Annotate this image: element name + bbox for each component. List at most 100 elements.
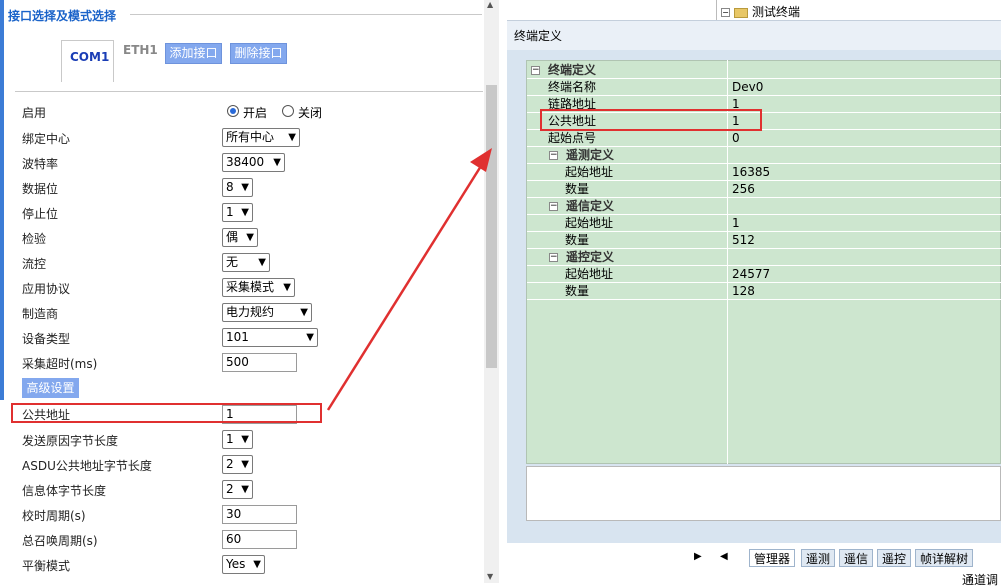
- radio-on[interactable]: [227, 105, 239, 117]
- chevron-down-icon: ▼: [241, 484, 249, 495]
- row-label-manufacturer: 制造商: [22, 307, 59, 321]
- delete-interface-button[interactable]: 删除接口: [230, 43, 287, 64]
- row-label-baud: 波特率: [22, 157, 59, 171]
- section-title: 接口选择及模式选择: [8, 9, 117, 23]
- balance-select[interactable]: Yes ▼: [222, 555, 265, 574]
- row-label-flow: 流控: [22, 257, 47, 271]
- chevron-down-icon: ▼: [288, 132, 296, 143]
- grid-prop-value[interactable]: 0: [732, 130, 740, 147]
- row-label-databits: 数据位: [22, 182, 59, 196]
- protocol-select[interactable]: 采集模式 ▼: [222, 278, 295, 297]
- folder-icon: [734, 7, 748, 18]
- chevron-down-icon: ▼: [306, 332, 314, 343]
- row-label-gi-period: 总召唤周期(s): [22, 534, 98, 548]
- protocol-value: 采集模式: [226, 280, 275, 294]
- flow-select[interactable]: 无 ▼: [222, 253, 270, 272]
- tab-scroll-right-icon[interactable]: ▶: [694, 551, 702, 562]
- scroll-down-icon[interactable]: ▼: [487, 572, 493, 581]
- collapse-icon[interactable]: −: [549, 253, 558, 262]
- baud-value: 38400: [226, 155, 265, 169]
- gi-period-input[interactable]: 60: [222, 530, 297, 549]
- databits-select[interactable]: 8 ▼: [222, 178, 253, 197]
- expand-icon[interactable]: −: [721, 8, 730, 17]
- asdu-length-select[interactable]: 2 ▼: [222, 455, 253, 474]
- tab-scroll-left-icon[interactable]: ◀: [720, 551, 728, 562]
- bind-center-select[interactable]: 所有中心 ▼: [222, 128, 300, 147]
- row-label-timeout: 采集超时(ms): [22, 357, 98, 371]
- grid-row-line: [527, 299, 1001, 300]
- chevron-down-icon: ▼: [246, 232, 254, 243]
- row-label-cause-length: 发送原因字节长度: [22, 434, 119, 448]
- tab-telesignal[interactable]: 遥信: [839, 549, 874, 567]
- grid-prop-label: 起始地址: [565, 165, 614, 179]
- tree-item-test-terminal[interactable]: − 测试终端: [721, 3, 800, 20]
- row-label-balance: 平衡模式: [22, 559, 71, 573]
- manufacturer-select[interactable]: 电力规约 ▼: [222, 303, 312, 322]
- grid-prop-label: 终端名称: [548, 80, 597, 94]
- parity-select[interactable]: 偶 ▼: [222, 228, 258, 247]
- grid-prop-value[interactable]: Dev0: [732, 79, 763, 96]
- grid-prop-label: 数量: [565, 182, 590, 196]
- config-panel: 接口选择及模式选择 COM1 ETH1 添加接口 删除接口 启用 开启 关闭 绑…: [0, 0, 500, 583]
- grid-prop-label: 起始点号: [548, 131, 597, 145]
- info-length-select[interactable]: 2 ▼: [222, 480, 253, 499]
- grid-prop-value[interactable]: 24577: [732, 266, 770, 283]
- grid-prop-value[interactable]: 128: [732, 283, 755, 300]
- grid-group-label[interactable]: 遥控定义: [566, 249, 614, 266]
- grid-prop-label: 数量: [565, 233, 590, 247]
- grid-prop-value[interactable]: 256: [732, 181, 755, 198]
- cause-length-select[interactable]: 1 ▼: [222, 430, 253, 449]
- scroll-up-icon[interactable]: ▲: [487, 0, 493, 9]
- baud-select[interactable]: 38400 ▼: [222, 153, 285, 172]
- chevron-down-icon: ▼: [241, 434, 249, 445]
- collapse-icon[interactable]: −: [549, 151, 558, 160]
- radio-off[interactable]: [282, 105, 294, 117]
- grid-prop-value[interactable]: 16385: [732, 164, 770, 181]
- timeout-input[interactable]: 500: [222, 353, 297, 372]
- device-type-value: 101: [226, 330, 249, 344]
- description-panel: [526, 466, 1001, 521]
- databits-value: 8: [226, 180, 234, 194]
- window-header: [507, 20, 1001, 50]
- grid-prop-value[interactable]: 512: [732, 232, 755, 249]
- row-label-protocol: 应用协议: [22, 282, 71, 296]
- highlight-box-left: [11, 403, 322, 423]
- tab-telecontrol[interactable]: 遥控: [877, 549, 912, 567]
- manufacturer-value: 电力规约: [226, 305, 275, 319]
- device-type-select[interactable]: 101 ▼: [222, 328, 318, 347]
- tab-telemetry[interactable]: 遥测: [801, 549, 836, 567]
- grid-prop-label: 数量: [565, 284, 590, 298]
- collapse-icon[interactable]: −: [531, 66, 540, 75]
- chevron-down-icon: ▼: [253, 559, 261, 570]
- stopbits-select[interactable]: 1 ▼: [222, 203, 253, 222]
- grid-group-label[interactable]: 终端定义: [548, 62, 596, 79]
- status-fragment: 通道调: [962, 573, 999, 587]
- highlight-box-right: [540, 109, 762, 131]
- accent-bar: [0, 0, 4, 400]
- chevron-down-icon: ▼: [300, 307, 308, 318]
- grid-row-line: [527, 78, 1001, 79]
- grid-prop-label: 起始地址: [565, 267, 614, 281]
- row-label-stopbits: 停止位: [22, 207, 59, 221]
- chevron-down-icon: ▼: [273, 157, 281, 168]
- collapse-icon[interactable]: −: [549, 202, 558, 211]
- cause-length-value: 1: [226, 432, 234, 446]
- info-length-value: 2: [226, 482, 234, 496]
- row-label-parity: 检验: [22, 232, 47, 246]
- advanced-settings-button[interactable]: 高级设置: [22, 378, 79, 398]
- row-label-sync-period: 校时周期(s): [22, 509, 86, 523]
- grid-row-line: [527, 95, 1001, 96]
- grid-group-label[interactable]: 遥信定义: [566, 198, 614, 215]
- add-interface-button[interactable]: 添加接口: [165, 43, 222, 64]
- tab-frame-tree[interactable]: 帧详解树: [915, 549, 974, 567]
- grid-group-label[interactable]: 遥测定义: [566, 147, 614, 164]
- tab-divider: [15, 91, 483, 92]
- title-divider: [130, 14, 482, 15]
- sync-period-input[interactable]: 30: [222, 505, 297, 524]
- scrollbar-thumb[interactable]: [486, 85, 497, 368]
- row-label-info-length: 信息体字节长度: [22, 484, 107, 498]
- tab-eth1[interactable]: ETH1: [123, 43, 158, 57]
- grid-prop-value[interactable]: 1: [732, 215, 740, 232]
- tab-com1[interactable]: COM1: [70, 50, 109, 64]
- tab-manager[interactable]: 管理器: [749, 549, 796, 567]
